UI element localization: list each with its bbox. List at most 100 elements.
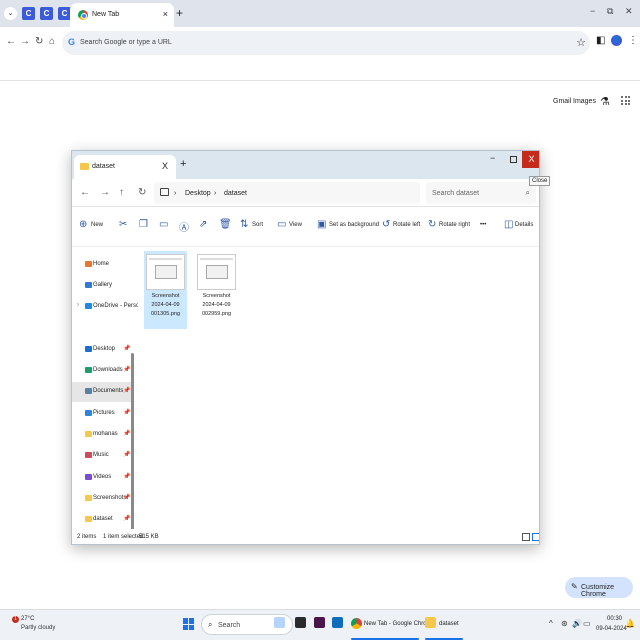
explorer-new-tab-button[interactable]: + [180,158,186,170]
set-background-button[interactable]: Set as background [329,222,379,228]
reload-icon[interactable]: ↻ [35,36,43,47]
search-icon: ⌕ [525,188,530,197]
explorer-taskbar-label[interactable]: dataset [439,621,459,627]
explorer-close-button[interactable]: X [522,151,539,168]
set-background-icon: ▣ [317,219,327,230]
navigation-scrollbar[interactable] [131,353,134,537]
side-panel-icon[interactable]: ◧ [596,35,605,46]
rotate-right-button[interactable]: Rotate right [439,222,470,228]
forward-arrow-icon[interactable]: → [20,36,30,47]
new-button[interactable]: New [91,222,103,228]
explorer-search-input[interactable]: Search dataset ⌕ [426,182,536,204]
details-pane-icon: ◫ [504,219,514,230]
tab-new-tab[interactable]: New Tab × [70,3,174,27]
sidebar-item-label: Documents [93,388,124,394]
breadcrumb-desktop[interactable]: Desktop [185,190,211,197]
sort-button[interactable]: Sort [252,222,263,228]
sidebar-item-gallery[interactable]: Gallery [72,276,134,296]
sidebar-item-dataset[interactable]: dataset 📌 [72,510,134,530]
chrome-taskbar-label[interactable]: New Tab - Google Chro [364,621,427,627]
explorer-maximize-button[interactable] [510,156,517,163]
share-icon[interactable]: ⇗ [199,219,207,230]
file-name: Screenshot 2024-04-09 002959.png [201,293,232,317]
weather-description[interactable]: Partly cloudy [21,625,55,631]
pencil-icon: ✎ [571,582,578,591]
outlook-icon[interactable] [332,617,343,628]
labs-flask-icon[interactable]: ⚗ [600,95,610,108]
explorer-back-icon[interactable]: ← [80,187,90,198]
clock-date[interactable]: 09-04-2024 [596,626,627,632]
chrome-taskbar-icon[interactable] [351,618,362,629]
weather-alert-badge[interactable]: 1 [12,616,19,623]
sidebar-item-onedrive[interactable]: › OneDrive - Persc [72,297,139,317]
sidebar-item-desktop[interactable]: Desktop 📌 [72,340,134,360]
tray-chevron-icon[interactable]: ^ [549,619,553,628]
home-icon[interactable]: ⌂ [49,36,55,47]
view-button[interactable]: View [289,222,302,228]
sidebar-item-videos[interactable]: Videos 📌 [72,468,134,488]
cut-icon[interactable]: ✂ [119,219,127,230]
details-view-button[interactable] [522,533,530,541]
profile-avatar[interactable]: 👤 [611,35,622,46]
volume-icon[interactable]: 🔊 [572,619,582,628]
sidebar-item-pictures[interactable]: Pictures 📌 [72,404,134,424]
explorer-tab-dataset[interactable]: dataset X [74,155,176,179]
file-item[interactable]: Screenshot 2024-04-09 002959.png [195,251,238,329]
task-view-icon[interactable] [295,617,306,628]
sidebar-item-label: OneDrive - Persc [93,303,140,309]
explorer-refresh-icon[interactable]: ↻ [138,187,146,198]
explorer-minimize-button[interactable]: − [490,153,495,163]
network-icon[interactable]: ⊛ [561,619,568,628]
widgets-icon[interactable] [274,617,285,628]
sidebar-item-home[interactable]: Home [72,255,134,275]
explorer-navigation-pane: Home Gallery › OneDrive - Persc Desktop … [72,247,139,537]
sidebar-item-music[interactable]: Music 📌 [72,446,134,466]
paste-icon[interactable]: ▭ [159,219,168,230]
delete-icon[interactable]: 🗑 [219,219,232,230]
images-link[interactable]: Images [573,98,596,105]
restore-button[interactable]: ⧉ [607,6,613,17]
tiles-view-button[interactable] [532,533,539,541]
toolbar-divider [0,80,640,81]
google-apps-icon[interactable] [621,96,630,105]
file-explorer-taskbar-icon[interactable] [425,617,436,628]
menu-kebab-icon[interactable]: ⋮ [628,35,638,46]
file-item[interactable]: Screenshot 2024-04-09 001305.png [144,251,187,329]
clock-time[interactable]: 00:30 [607,616,622,622]
pinned-tab-1[interactable]: C [22,7,35,20]
customize-chrome-button[interactable]: ✎ Customize Chrome [565,577,633,598]
weather-temperature[interactable]: 27°C [21,616,34,622]
copy-icon[interactable]: ❐ [139,219,148,230]
explorer-tab-close-button[interactable]: X [162,161,168,171]
breadcrumb-dataset[interactable]: dataset [224,190,247,197]
sidebar-item-mohanas[interactable]: mohanas 📌 [72,425,134,445]
bookmark-star-icon[interactable]: ☆ [576,36,586,49]
sidebar-item-downloads[interactable]: Downloads 📌 [72,361,134,381]
google-g-icon: G [68,37,76,47]
more-options-button[interactable]: ••• [480,222,486,228]
rotate-left-button[interactable]: Rotate left [393,222,420,228]
gmail-link[interactable]: Gmail [553,98,571,105]
tab-search-button[interactable]: ⌄ [4,7,17,20]
start-windows-icon[interactable] [183,618,195,630]
expand-chevron-icon[interactable]: › [77,302,79,308]
notification-bell-icon[interactable]: 🔔 [625,619,635,628]
battery-icon[interactable]: ▭ [583,619,591,628]
rename-icon[interactable]: Ⓐ [179,219,189,234]
back-arrow-icon[interactable]: ← [6,36,16,47]
pinned-tab-2[interactable]: C [40,7,53,20]
omnibox[interactable]: G Search Google or type a URL ☆ [62,31,590,55]
sidebar-item-documents[interactable]: Documents 📌 [72,382,134,402]
minimize-button[interactable]: − [590,6,595,16]
close-window-button[interactable]: ✕ [625,6,633,17]
pin-icon: 📌 [123,346,131,352]
new-tab-button[interactable]: + [176,6,183,20]
explorer-forward-icon[interactable]: → [100,187,110,198]
sidebar-item-screenshots[interactable]: Screenshots 📌 [72,489,134,509]
breadcrumb[interactable]: › Desktop › dataset [154,182,420,204]
explorer-up-icon[interactable]: ↑ [119,187,124,198]
chrome-tab-strip: ⌄ C C C New Tab × + − ⧉ ✕ [0,0,640,27]
slack-icon[interactable] [314,617,325,628]
details-button[interactable]: Details [515,222,533,228]
tab-close-button[interactable]: × [163,9,168,19]
